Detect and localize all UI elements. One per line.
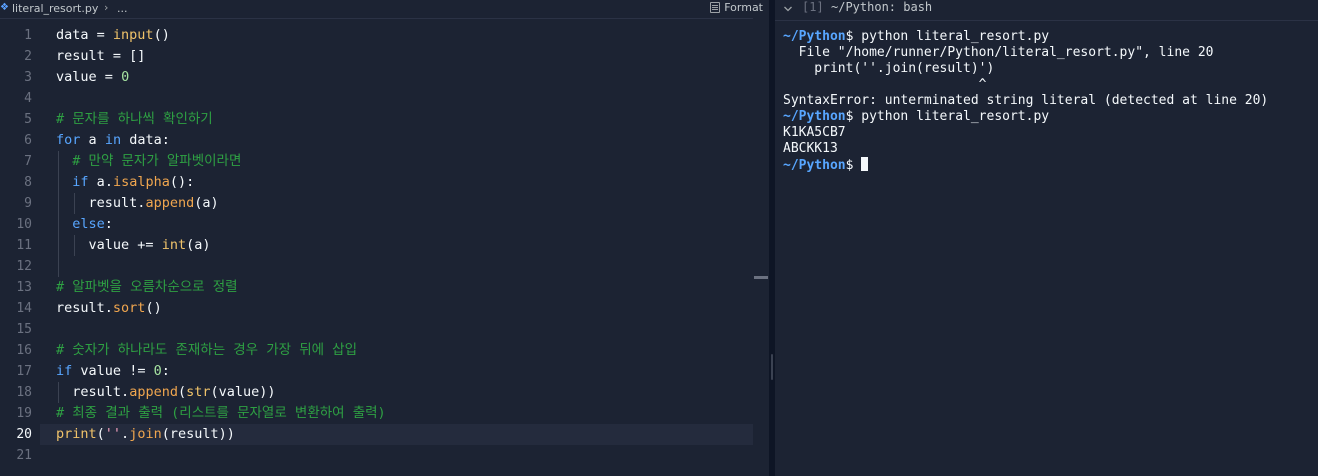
code-line: for a in data:: [56, 132, 170, 148]
code-comment: # 문자를 하나씩 확인하기: [56, 111, 213, 127]
line-number-gutter: 1 2 3 4 5 6 7 8 9 10 11 12 13 14 15 16 1…: [0, 25, 40, 466]
shell-prompt: ~/Python: [783, 158, 846, 173]
line-number: 3: [24, 70, 32, 85]
line-number: 21: [16, 448, 32, 463]
code-comment: # 알파벳을 오름차순으로 정렬: [56, 279, 238, 295]
line-number: 2: [24, 49, 32, 64]
terminal-pane[interactable]: [1] ~/Python: bash ~/Python$ python lite…: [775, 0, 1318, 476]
terminal-line: ~/Python$ python literal_resort.py: [783, 29, 1318, 45]
code-line: result = []: [56, 48, 146, 64]
shell-command: $ python literal_resort.py: [845, 109, 1050, 124]
code-line: data = input(): [56, 27, 170, 43]
line-number: 17: [16, 364, 32, 379]
format-label: Format: [724, 1, 763, 14]
editor-header: ❖ literal_resort.py › ... Format: [0, 0, 769, 19]
terminal-line: ABCKK13: [783, 141, 838, 156]
line-number: 14: [16, 301, 32, 316]
shell-prompt: ~/Python: [783, 109, 846, 124]
terminal-line: SyntaxError: unterminated string literal…: [783, 93, 1269, 108]
terminal-line: print(''.join(result)'): [783, 61, 995, 76]
code-comment: # 최종 결과 출력 (리스트를 문자열로 변환하여 출력): [56, 405, 386, 421]
code-line: value += int(a): [88, 237, 211, 253]
code-line: result.append(str(value)): [72, 384, 276, 400]
scrollbar-marker: [754, 276, 768, 279]
line-number: 7: [24, 154, 32, 169]
terminal-tab-title[interactable]: ~/Python: bash: [831, 0, 932, 14]
line-number: 15: [16, 322, 32, 337]
code-line: result.append(a): [88, 195, 219, 211]
shell-prompt: ~/Python: [783, 29, 846, 44]
code-line: result.sort(): [56, 300, 162, 316]
line-number: 11: [16, 238, 32, 253]
editor-scrollbar[interactable]: [753, 18, 769, 476]
code-line: # 문자를 하나씩 확인하기: [56, 109, 753, 130]
workspace: ❖ literal_resort.py › ... Format 1 2 3 4…: [0, 0, 1318, 476]
resize-handle[interactable]: [771, 354, 773, 380]
terminal-line: ~/Python$: [783, 157, 1318, 173]
terminal-output[interactable]: ~/Python$ python literal_resort.py File …: [783, 29, 1318, 173]
line-number: 4: [24, 91, 32, 106]
code-line: # 최종 결과 출력 (리스트를 문자열로 변환하여 출력): [56, 403, 753, 424]
code-area[interactable]: data = input() result = [] value = 0 # 문…: [56, 25, 753, 466]
code-line: # 만약 문자가 알파벳이라면: [56, 151, 753, 172]
line-number: 8: [24, 175, 32, 190]
terminal-header: [1] ~/Python: bash: [775, 0, 1318, 21]
terminal-line: ~/Python$ python literal_resort.py: [783, 109, 1318, 125]
line-number-active: 20: [16, 427, 32, 442]
shell-command: $ python literal_resort.py: [845, 29, 1050, 44]
code-line-active: print(''.join(result)): [56, 426, 235, 442]
code-line: if value != 0:: [56, 363, 170, 379]
line-number: 16: [16, 343, 32, 358]
shell-command: $: [845, 158, 862, 173]
format-button[interactable]: Format: [710, 1, 763, 14]
line-number: 19: [16, 406, 32, 421]
breadcrumb-separator: ›: [104, 1, 109, 14]
terminal-line: K1KA5CB7: [783, 125, 846, 140]
code-editor[interactable]: ❖ literal_resort.py › ... Format 1 2 3 4…: [0, 0, 769, 476]
code-line: value = 0: [56, 69, 130, 85]
terminal-line: File "/home/runner/Python/literal_resort…: [783, 45, 1214, 60]
terminal-line: ^: [783, 77, 987, 92]
breadcrumb-file[interactable]: literal_resort.py: [12, 2, 98, 15]
terminal-cursor: [861, 157, 869, 171]
code-line: # 숫자가 하나라도 존재하는 경우 가장 뒤에 삽입: [56, 340, 753, 361]
code-line: else:: [72, 216, 113, 232]
terminal-tab-index: [1]: [802, 0, 824, 14]
code-comment: # 숫자가 하나라도 존재하는 경우 가장 뒤에 삽입: [56, 342, 358, 358]
line-number: 13: [16, 280, 32, 295]
line-number: 1: [24, 28, 32, 43]
line-number: 10: [16, 217, 32, 232]
format-icon: [710, 2, 721, 13]
breadcrumb-more[interactable]: ...: [117, 2, 128, 15]
chevron-down-icon[interactable]: [783, 2, 793, 16]
line-number: 6: [24, 133, 32, 148]
line-number: 12: [16, 259, 32, 274]
line-number: 18: [16, 385, 32, 400]
code-line: if a.isalpha():: [72, 174, 195, 190]
python-file-icon: ❖: [0, 2, 9, 13]
code-line: # 알파벳을 오름차순으로 정렬: [56, 277, 753, 298]
code-comment: # 만약 문자가 알파벳이라면: [72, 153, 242, 169]
line-number: 9: [24, 196, 32, 211]
line-number: 5: [24, 112, 32, 127]
